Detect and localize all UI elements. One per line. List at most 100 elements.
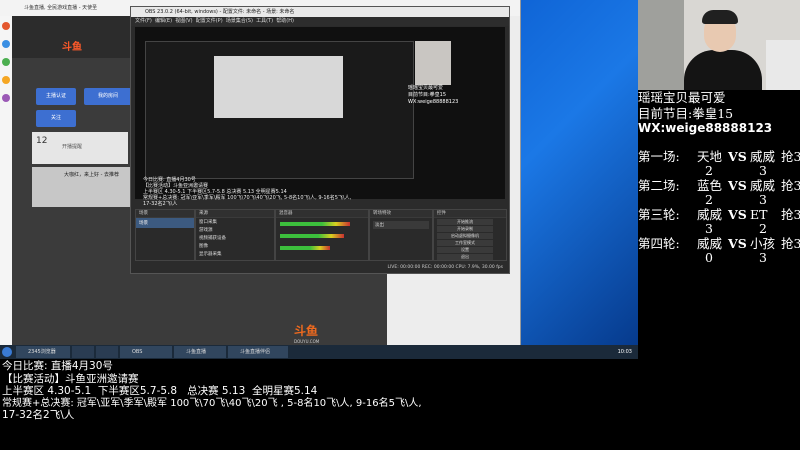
nested-desktop [214,56,343,118]
scenes-dock: 场景 场景 [135,209,195,261]
taskbar-item[interactable]: OBS [120,346,172,358]
nested-overlay-line: WX:weige88888123 [408,99,459,105]
menu-scene-collection[interactable]: 场景集合(S) [226,18,253,24]
audio-meter [280,246,330,250]
webcam-feed [638,0,800,90]
obs-title-bar: OBS 23.0.2 (64-bit, windows) - 配置文件: 未命名… [131,7,509,17]
match-score-b: 3 [759,192,767,207]
match-team-a: 威威 [697,236,723,251]
notify-card: 12 开播提醒 [32,132,128,164]
douyu-logo[interactable]: 斗鱼 [62,38,100,53]
background-shelf [638,0,684,90]
match-team-b: 威威 [750,178,776,193]
settings-button[interactable]: 设置 [437,247,493,253]
scene-item[interactable]: 场景 [136,218,194,228]
streamer-body [684,50,762,90]
audio-meter [280,222,350,226]
sidebar-app-icon[interactable] [2,94,10,102]
match-tail: 抢3 [781,149,800,164]
start-recording-button[interactable]: 开始录制 [437,226,493,232]
promo-text: 大咖红，来上好 - 去推荐 [64,172,119,178]
menu-file[interactable]: 文件(F) [135,18,152,24]
virtual-camera-button[interactable]: 启动虚拟摄像机 [437,233,493,239]
notify-count: 12 [36,136,48,146]
menu-edit[interactable]: 编辑(E) [155,18,172,24]
sidebar-app-icon[interactable] [2,40,10,48]
match-tail: 抢3 [781,207,800,222]
match-score-a: 2 [705,192,713,207]
sidebar-app-icon[interactable] [2,76,10,84]
transitions-dock: 转场特效 淡出 [369,209,433,261]
sources-dock-title: 来源 [196,210,274,218]
controls-dock: 控件 开始推流 开始录制 启动虚拟摄像机 工作室模式 设置 退出 [433,209,507,261]
match-label: 第二场: [638,178,680,193]
obs-preview[interactable]: 瑶瑶宝贝最可爱 目前节目:拳皇15 WX:weige88888123 今日比赛:… [135,27,505,207]
douyu-action-button[interactable]: 关注 [36,110,76,127]
sidebar-app-icon[interactable] [2,58,10,66]
match-score-b: 3 [759,250,767,265]
source-item[interactable]: 显示器采集 [196,250,274,258]
nested-overlay-line: 目前节目:拳皇15 [408,92,447,98]
match-team-b: ET [750,207,768,222]
transitions-dock-title: 转场特效 [370,210,432,218]
start-streaming-button[interactable]: 开始推流 [437,219,493,225]
controls-dock-title: 控件 [434,210,506,218]
match-vs: VS [728,178,747,193]
exit-button[interactable]: 退出 [437,254,493,260]
match-score-a: 3 [705,221,713,236]
source-item[interactable]: 游戏源 [196,226,274,234]
source-item[interactable]: 窗口采集 [196,218,274,226]
audio-meter [280,234,344,238]
douyu-action-button[interactable]: 主播认证 [36,88,76,105]
streamer-hair [702,10,738,24]
match-vs: VS [728,207,747,222]
notify-label: 开播提醒 [62,144,83,150]
taskbar-item[interactable] [72,346,94,358]
overlay-line-2: 目前节目:拳皇15 [638,106,734,121]
source-item[interactable]: 图像 [196,242,274,250]
douyu-action-button[interactable]: 我的房间 [84,88,132,105]
match-label: 第一场: [638,149,680,164]
start-icon[interactable] [2,347,12,357]
transition-select[interactable]: 淡出 [373,221,429,229]
obs-window: OBS 23.0.2 (64-bit, windows) - 配置文件: 未命名… [130,6,510,274]
overlay-line-1: 瑶瑶宝贝最可爱 [638,90,726,105]
taskbar: 2345浏览器 OBS 斗鱼直播 斗鱼直播伴侣 10:03 [0,345,638,359]
match-score-b: 2 [759,221,767,236]
menu-help[interactable]: 帮助(H) [276,18,294,24]
menu-tools[interactable]: 工具(T) [256,18,273,24]
match-team-a: 天地 [697,149,723,164]
desktop-capture: 斗鱼直播, 全民游戏直播 - 天使圣 斗鱼 主播认证 我的房间 关注 12 开播… [0,0,638,345]
obs-menu-bar: 文件(F) 编辑(E) 视图(V) 配置文件(P) 场景集合(S) 工具(T) … [131,17,509,26]
overlay-wechat: WX:weige88888123 [638,121,773,135]
taskbar-item[interactable]: 斗鱼直播 [174,346,226,358]
match-team-a: 蓝色 [697,178,723,193]
match-team-b: 威威 [750,149,776,164]
nested-overlay-text: 瑶瑶宝贝最可爱 目前节目:拳皇15 WX:weige88888123 [408,85,503,169]
obs-status-bar: LIVE: 00:00:00 REC: 00:00:00 CPU: 7.9%, … [131,263,509,272]
background-chair [766,40,800,90]
preview-announcement: 今日比赛: 直播4月30号 【比赛活动】斗鱼亚洲邀请赛 上半赛区 4.30-5.… [143,177,443,213]
menu-view[interactable]: 视图(V) [175,18,192,24]
scenes-dock-title: 场景 [136,210,194,218]
taskbar-item[interactable]: 2345浏览器 [16,346,70,358]
match-vs: VS [728,149,747,164]
preview-line: 17-32名2飞\人 [143,201,178,207]
menu-profile[interactable]: 配置文件(P) [196,18,223,24]
nested-webcam [415,41,451,85]
sources-dock: 来源 窗口采集 游戏源 视频捕获设备 图像 显示器采集 [195,209,275,261]
sidebar-app-icon[interactable] [2,22,10,30]
announcement-line-1: 今日比赛: 直播4月30号 [2,360,113,372]
taskbar-clock: 10:03 [617,349,632,355]
nested-preview [145,41,414,179]
mixer-dock-title: 混音器 [276,210,368,218]
match-tail: 抢3 [781,178,800,193]
douyu-footer-domain: DOUYU.COM [294,339,320,344]
studio-mode-button[interactable]: 工作室模式 [437,240,493,246]
source-item[interactable]: 视频捕获设备 [196,234,274,242]
match-label: 第三轮: [638,207,680,222]
taskbar-item[interactable] [96,346,118,358]
douyu-footer-logo: 斗鱼 DOUYU.COM [294,322,354,344]
taskbar-item[interactable]: 斗鱼直播伴侣 [228,346,288,358]
nested-overlay-line: 瑶瑶宝贝最可爱 [408,85,444,91]
